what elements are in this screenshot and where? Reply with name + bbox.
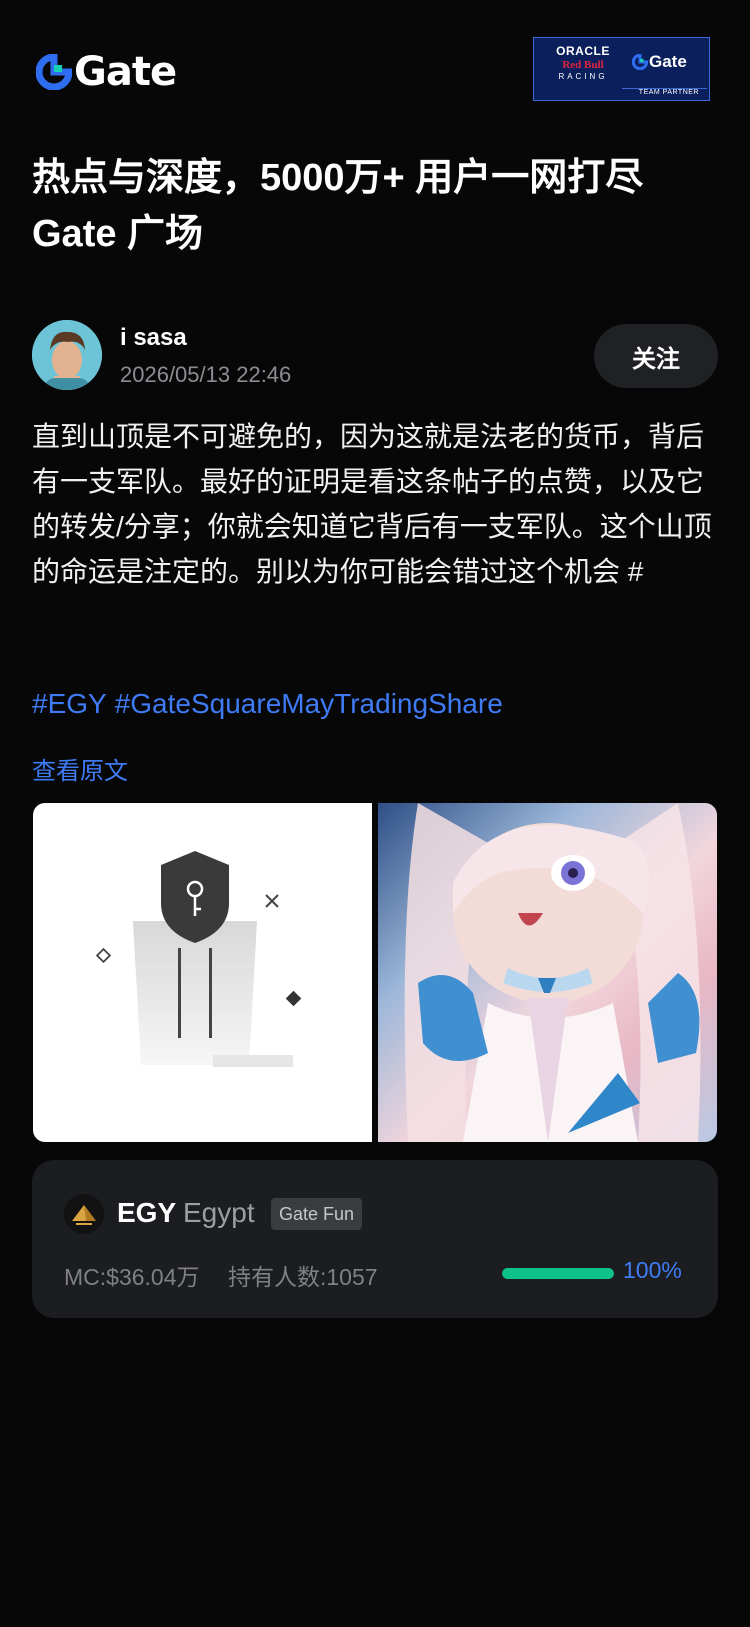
shield-key-illustration [95,851,302,1067]
gate-logo-text: Gate [74,49,177,95]
partner-line-redbull: Red Bull [562,59,604,71]
post-author: i sasa 2026/05/13 22:46 关注 [32,320,718,392]
partner-tagline: TEAM PARTNER [638,89,699,96]
header: Gate ORACLE Red Bull RACING Gate TEAM PA… [0,0,750,140]
gate-logo[interactable]: Gate [36,49,177,95]
partner-line-oracle: ORACLE [556,44,610,58]
partner-gate-text: Gate [649,52,687,71]
partner-line-racing: RACING [558,72,608,81]
author-name[interactable]: i sasa [120,324,187,352]
partner-banner[interactable]: ORACLE Red Bull RACING Gate TEAM PARTNER [533,37,710,101]
view-original-link[interactable]: 查看原文 [32,751,128,786]
token-holders: 持有人数:1057 [228,1264,378,1290]
token-progress-bar [502,1268,614,1279]
partner-gate-logo: Gate [632,52,687,72]
gate-mini-icon [632,54,648,70]
gate-logo-icon [36,54,72,90]
hashtag-link[interactable]: #GateSquareMayTradingShare [115,688,503,719]
token-symbol: EGY [117,1197,177,1228]
gate-fun-badge: Gate Fun [271,1198,363,1230]
avatar-image [32,320,102,390]
avatar[interactable] [32,320,102,390]
follow-button[interactable]: 关注 [594,324,718,388]
hashtag-list: #EGY #GateSquareMayTradingShare [32,688,511,720]
token-progress-label: 100% [623,1257,682,1283]
token-market-cap: MC:$36.04万 [64,1264,200,1290]
pyramid-icon [64,1194,104,1234]
post-image-shield[interactable] [33,803,372,1142]
token-progress-fill [502,1268,614,1279]
token-card[interactable]: EGY Egypt Gate Fun MC:$36.04万 持有人数:1057 … [32,1160,718,1318]
post-body: 直到山顶是不可避免的，因为这就是法老的货币，背后有一支军队。最好的证明是看这条帖… [32,421,712,587]
post-timestamp: 2026/05/13 22:46 [120,362,292,387]
anime-character-art [404,803,701,1142]
page-title: 热点与深度，5000万+ 用户一网打尽 Gate 广场 [32,157,644,255]
hashtag-link[interactable]: #EGY [32,688,107,719]
token-name: Egypt [183,1197,255,1228]
post-image-anime[interactable] [378,803,717,1142]
oracle-redbull-logo: ORACLE Red Bull RACING [544,44,622,81]
token-logo [64,1194,104,1234]
